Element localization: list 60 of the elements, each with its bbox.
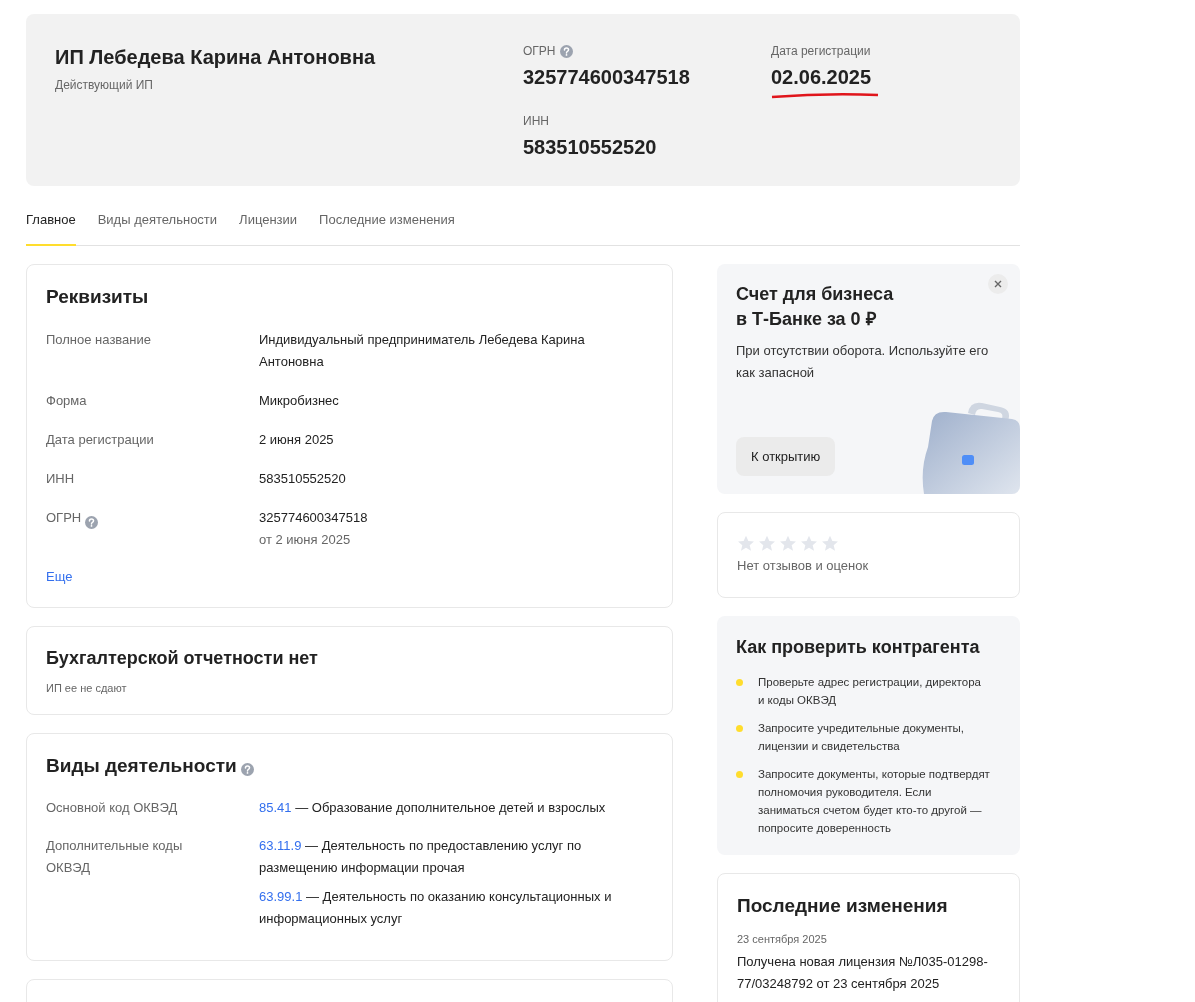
field-value: Микробизнес bbox=[259, 392, 340, 410]
company-status: Действующий ИП bbox=[55, 77, 154, 94]
bullet-icon bbox=[736, 679, 743, 686]
activity-code-link[interactable]: 63.99.1 bbox=[259, 888, 303, 904]
bullet-icon bbox=[736, 771, 743, 778]
help-icon[interactable] bbox=[559, 44, 573, 58]
promo-text: При отсутствии оборота. Используйте его как запасной bbox=[736, 341, 990, 382]
star-icon bbox=[758, 534, 776, 552]
section-title: Реквизиты bbox=[46, 284, 150, 309]
help-icon[interactable] bbox=[85, 516, 99, 530]
checklist-item: Запросите документы, которые подтвердят полномочия руководителя. Если заниматься счетом будет кто-то другой — попросите доверенность bbox=[758, 767, 990, 836]
star-icon bbox=[800, 534, 818, 552]
promo-title: Счет для бизнеса в Т-Банке за 0 ₽ bbox=[736, 282, 895, 331]
field-label: ИНН bbox=[46, 470, 75, 488]
field-value: Индивидуальный предприниматель Лебедева Карина Антоновна bbox=[259, 331, 586, 371]
close-icon bbox=[994, 279, 1002, 288]
field-label: ОГРН bbox=[46, 509, 82, 527]
open-account-button[interactable]: К открытию bbox=[736, 436, 836, 476]
section-title: Последние изменения bbox=[737, 894, 949, 918]
tab[interactable]: Виды деятельности bbox=[97, 210, 218, 246]
activity-code-link[interactable]: 63.11.9 bbox=[259, 837, 302, 853]
star-icon bbox=[821, 534, 839, 552]
change-date: 23 сентября 2025 bbox=[737, 931, 828, 947]
field-label: Дата регистрации bbox=[46, 431, 154, 449]
company-name: ИП Лебедева Карина Антоновна bbox=[55, 45, 377, 70]
section-title: Бухгалтерской отчетности нет bbox=[46, 646, 319, 670]
checklist-item: Проверьте адрес регистрации, директора и коды ОКВЭД bbox=[758, 675, 982, 708]
reviews-text: Нет отзывов и оценок bbox=[737, 556, 870, 575]
activity-description: 63.99.1 — Деятельность по оказанию консультационных и информационных услуг bbox=[259, 887, 613, 928]
bullet-icon bbox=[736, 725, 743, 732]
tab[interactable]: Лицензии bbox=[239, 210, 298, 246]
inn-label: ИНН bbox=[523, 113, 550, 130]
tab[interactable]: Главное bbox=[26, 210, 76, 246]
close-button[interactable] bbox=[988, 273, 1008, 294]
more-link[interactable]: Еще bbox=[46, 567, 73, 587]
section-title: Виды деятельности bbox=[46, 754, 237, 778]
activity-description: 63.11.9 — Деятельность по предоставлению услуг по размещению информации прочая bbox=[259, 836, 583, 877]
registration-date: 02.06.2025 bbox=[771, 65, 872, 90]
registration-label: Дата регистрации bbox=[771, 43, 871, 60]
star-icon bbox=[737, 534, 755, 552]
checklist-item: Запросите учредительные документы, лицензии и свидетельства bbox=[758, 721, 965, 754]
activity-description: 85.41 — Образование дополнительное детей и взрослых bbox=[259, 798, 607, 817]
field-note: от 2 июня 2025 bbox=[259, 531, 352, 549]
field-value: 583510552520 bbox=[259, 470, 347, 488]
change-text: Получена новая лицензия №Л035-01298-77/03248792 от 23 сентября 2025 bbox=[737, 953, 989, 993]
field-label: Дополнительные коды ОКВЭД bbox=[46, 836, 184, 877]
field-label: Форма bbox=[46, 392, 87, 410]
section-subtitle: ИП ее не сдают bbox=[46, 680, 128, 696]
tab[interactable]: Последние изменения bbox=[319, 210, 455, 246]
help-icon[interactable] bbox=[240, 762, 254, 776]
star-icon bbox=[779, 534, 797, 552]
ogrn-value: 325774600347518 bbox=[523, 65, 691, 90]
field-value: 2 июня 2025 bbox=[259, 431, 335, 449]
field-label: Основной код ОКВЭД bbox=[46, 798, 179, 817]
ogrn-label: ОГРН bbox=[523, 43, 556, 60]
field-label: Полное название bbox=[46, 331, 151, 349]
field-value: 325774600347518 bbox=[259, 509, 369, 527]
activity-code-link[interactable]: 85.41 bbox=[259, 799, 292, 815]
inn-value: 583510552520 bbox=[523, 135, 658, 160]
section-title: Как проверить контрагента bbox=[736, 636, 981, 659]
